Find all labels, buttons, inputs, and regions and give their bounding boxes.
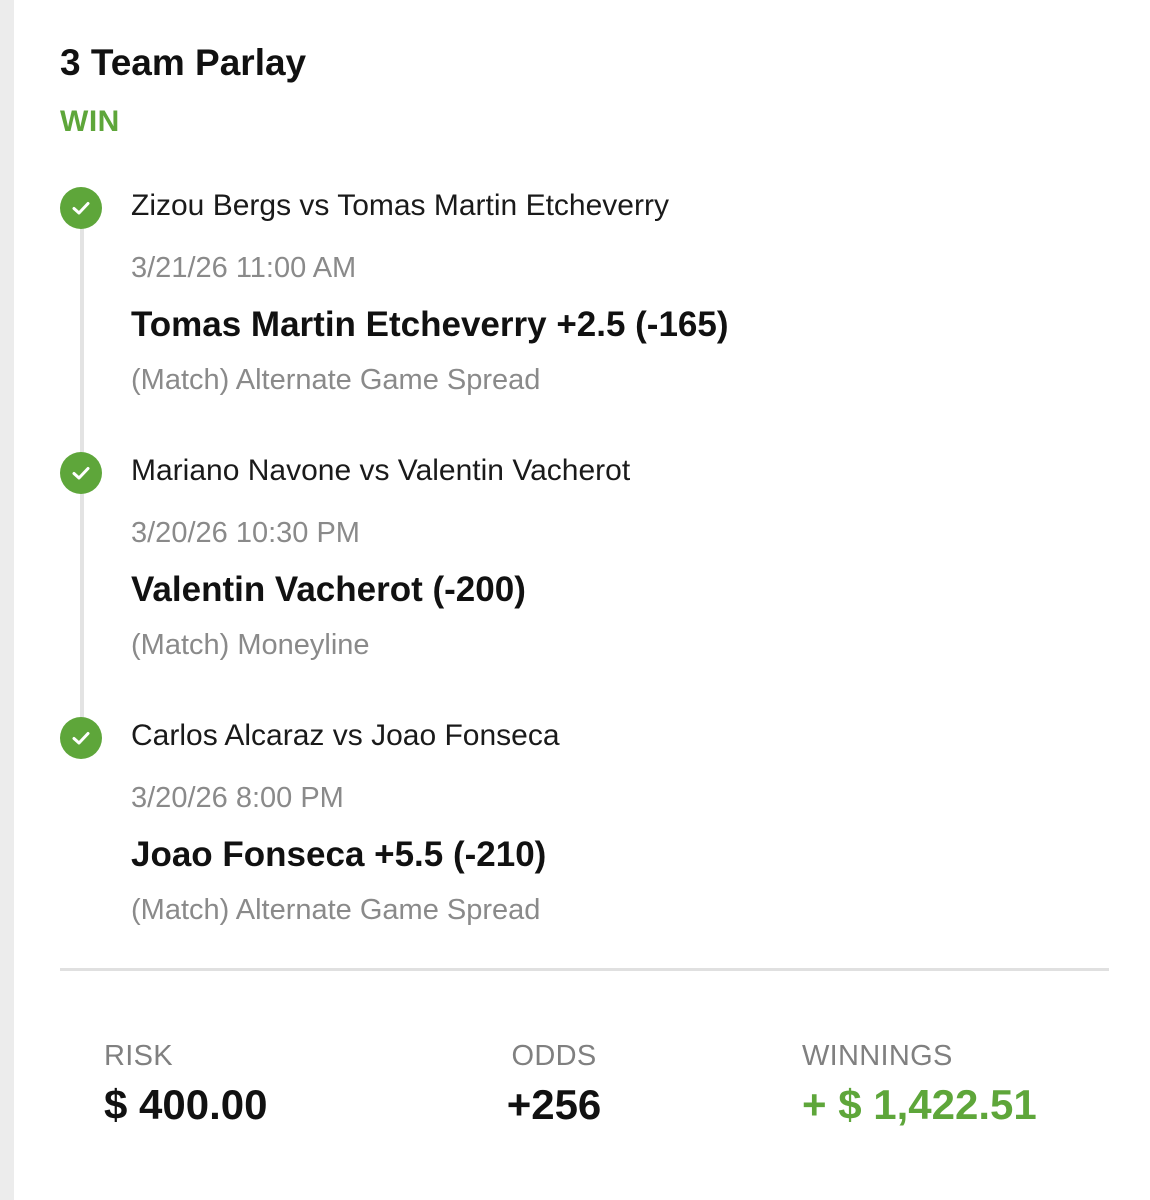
winnings-value: + $ 1,422.51	[802, 1081, 1037, 1128]
risk-label: RISK	[104, 1040, 173, 1072]
risk-summary: RISK $ 400.00	[104, 1040, 268, 1129]
leg-market: (Match) Moneyline	[131, 629, 370, 661]
leg-market: (Match) Alternate Game Spread	[131, 894, 541, 926]
check-circle-icon	[60, 187, 102, 229]
odds-label: ODDS	[511, 1040, 597, 1072]
odds-value: +256	[506, 1081, 602, 1128]
winnings-label: WINNINGS	[802, 1040, 953, 1072]
check-circle-icon	[60, 717, 102, 759]
winnings-summary: WINNINGS + $ 1,422.51	[802, 1040, 1037, 1129]
leg-datetime: 3/20/26 10:30 PM	[131, 517, 360, 549]
summary-divider	[60, 968, 1109, 971]
leg-matchup: Carlos Alcaraz vs Joao Fonseca	[131, 719, 560, 752]
leg-selection: Tomas Martin Etcheverry +2.5 (-165)	[131, 305, 729, 344]
leg-market: (Match) Alternate Game Spread	[131, 364, 541, 396]
leg-datetime: 3/21/26 11:00 AM	[131, 252, 357, 284]
bet-status-badge: WIN	[60, 105, 120, 138]
odds-summary: ODDS +256	[454, 1040, 654, 1129]
bet-title: 3 Team Parlay	[60, 42, 307, 83]
risk-value: $ 400.00	[104, 1081, 268, 1128]
bet-slip-card: 3 Team Parlay WIN Zizou Bergs vs Tomas M…	[14, 0, 1150, 1200]
left-edge-strip	[0, 0, 14, 1200]
leg-matchup: Zizou Bergs vs Tomas Martin Etcheverry	[131, 189, 669, 222]
leg-selection: Valentin Vacherot (-200)	[131, 570, 526, 609]
leg-matchup: Mariano Navone vs Valentin Vacherot	[131, 454, 631, 487]
check-circle-icon	[60, 452, 102, 494]
leg-datetime: 3/20/26 8:00 PM	[131, 782, 344, 814]
leg-selection: Joao Fonseca +5.5 (-210)	[131, 835, 547, 874]
